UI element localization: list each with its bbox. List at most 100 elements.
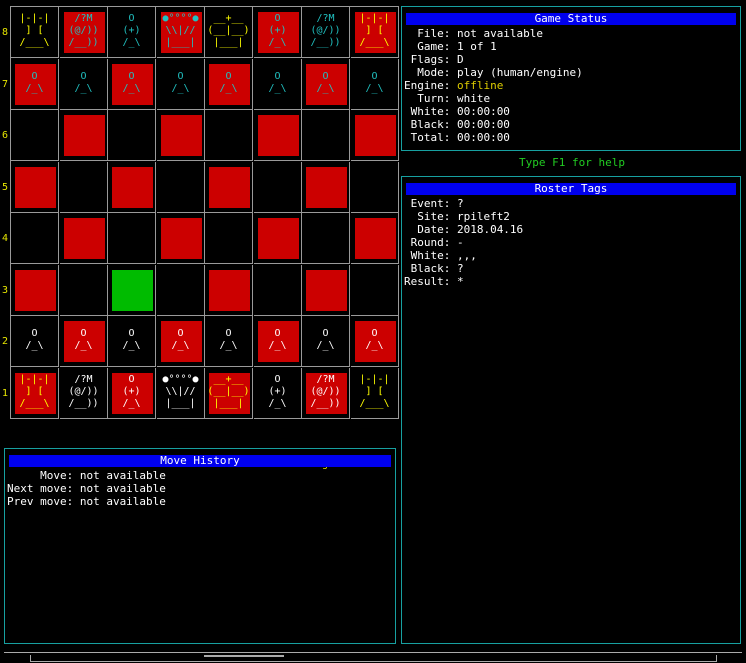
square-e4[interactable] (205, 213, 253, 264)
square-c1[interactable]: O (+) /_\ (108, 368, 156, 419)
square-f2[interactable]: O /_\ (254, 316, 302, 367)
square-a2[interactable]: O /_\ (11, 316, 59, 367)
piece[interactable]: |-|-| ] [ /___\ (351, 374, 398, 410)
piece[interactable]: O (+) /_\ (108, 374, 155, 410)
piece[interactable]: O /_\ (157, 328, 204, 352)
square-f3[interactable] (254, 265, 302, 316)
square-b4[interactable] (60, 213, 108, 264)
piece[interactable]: O /_\ (108, 71, 155, 95)
piece[interactable]: __+__ (__|__) |___| (205, 13, 252, 49)
square-d3[interactable] (157, 265, 205, 316)
square-b5[interactable] (60, 162, 108, 213)
square-e5[interactable] (205, 162, 253, 213)
square-h7[interactable]: O /_\ (351, 59, 399, 110)
square-b7[interactable]: O /_\ (60, 59, 108, 110)
piece[interactable]: O /_\ (205, 328, 252, 352)
square-b6[interactable] (60, 110, 108, 161)
square-a8[interactable]: |-|-| ] [ /___\ (11, 7, 59, 58)
chess-board[interactable]: |-|-| ] [ /___\/?M (@/)) /__)) O (+) /_\ ●… (10, 6, 399, 419)
square-f1[interactable]: O (+) /_\ (254, 368, 302, 419)
square-g5[interactable] (302, 162, 350, 213)
square-g1[interactable]: /?M (@/)) /__)) (302, 368, 350, 419)
square-h4[interactable] (351, 213, 399, 264)
square-a4[interactable] (11, 213, 59, 264)
square-c5[interactable] (108, 162, 156, 213)
square-d1[interactable]: ●°°°°● \\|// |___| (157, 368, 205, 419)
square-c8[interactable]: O (+) /_\ (108, 7, 156, 58)
square-h1[interactable]: |-|-| ] [ /___\ (351, 368, 399, 419)
square-g3[interactable] (302, 265, 350, 316)
piece[interactable]: O (+) /_\ (254, 374, 301, 410)
square-e6[interactable] (205, 110, 253, 161)
square-c4[interactable] (108, 213, 156, 264)
square-e1[interactable]: __+__ (__|__) |___| (205, 368, 253, 419)
square-fill (306, 270, 347, 311)
square-f5[interactable] (254, 162, 302, 213)
piece[interactable]: O /_\ (351, 71, 398, 95)
square-b3[interactable] (60, 265, 108, 316)
square-e2[interactable]: O /_\ (205, 316, 253, 367)
square-g2[interactable]: O /_\ (302, 316, 350, 367)
square-h6[interactable] (351, 110, 399, 161)
piece[interactable]: O /_\ (254, 328, 301, 352)
piece[interactable]: O /_\ (205, 71, 252, 95)
square-d8[interactable]: ●°°°°● \\|// |___| (157, 7, 205, 58)
square-h2[interactable]: O /_\ (351, 316, 399, 367)
piece[interactable]: |-|-| ] [ /___\ (11, 13, 58, 49)
piece[interactable]: /?M (@/)) /__)) (302, 13, 349, 49)
piece[interactable]: O /_\ (302, 328, 349, 352)
piece[interactable]: O /_\ (60, 71, 107, 95)
piece[interactable]: |-|-| ] [ /___\ (11, 374, 58, 410)
scrollbar-thumb[interactable] (30, 655, 717, 662)
piece[interactable]: O /_\ (351, 328, 398, 352)
square-h5[interactable] (351, 162, 399, 213)
square-h3[interactable] (351, 265, 399, 316)
square-a6[interactable] (11, 110, 59, 161)
square-e7[interactable]: O /_\ (205, 59, 253, 110)
piece[interactable]: O /_\ (60, 328, 107, 352)
square-h8[interactable]: |-|-| ] [ /___\ (351, 7, 399, 58)
piece[interactable]: ●°°°°● \\|// |___| (157, 374, 204, 410)
piece[interactable]: __+__ (__|__) |___| (205, 374, 252, 410)
piece[interactable]: O /_\ (254, 71, 301, 95)
square-d4[interactable] (157, 213, 205, 264)
piece[interactable]: |-|-| ] [ /___\ (351, 13, 398, 49)
square-d2[interactable]: O /_\ (157, 316, 205, 367)
piece[interactable]: ●°°°°● \\|// |___| (157, 13, 204, 49)
piece[interactable]: O /_\ (302, 71, 349, 95)
piece[interactable]: O /_\ (11, 71, 58, 95)
square-a1[interactable]: |-|-| ] [ /___\ (11, 368, 59, 419)
square-e3[interactable] (205, 265, 253, 316)
square-c2[interactable]: O /_\ (108, 316, 156, 367)
square-c6[interactable] (108, 110, 156, 161)
square-f4[interactable] (254, 213, 302, 264)
horizontal-scrollbar[interactable] (4, 652, 742, 663)
square-b2[interactable]: O /_\ (60, 316, 108, 367)
piece[interactable]: /?M (@/)) /__)) (302, 374, 349, 410)
piece[interactable]: O /_\ (108, 328, 155, 352)
piece[interactable]: O /_\ (11, 328, 58, 352)
piece[interactable]: O /_\ (157, 71, 204, 95)
square-c7[interactable]: O /_\ (108, 59, 156, 110)
square-d5[interactable] (157, 162, 205, 213)
square-e8[interactable]: __+__ (__|__) |___| (205, 7, 253, 58)
square-b1[interactable]: /?M (@/)) /__)) (60, 368, 108, 419)
piece[interactable]: O (+) /_\ (108, 13, 155, 49)
piece[interactable]: /?M (@/)) /__)) (60, 374, 107, 410)
square-d6[interactable] (157, 110, 205, 161)
square-a5[interactable] (11, 162, 59, 213)
piece[interactable]: O (+) /_\ (254, 13, 301, 49)
square-c3[interactable] (108, 265, 156, 316)
square-d7[interactable]: O /_\ (157, 59, 205, 110)
square-a3[interactable] (11, 265, 59, 316)
square-f6[interactable] (254, 110, 302, 161)
square-g6[interactable] (302, 110, 350, 161)
square-f7[interactable]: O /_\ (254, 59, 302, 110)
square-a7[interactable]: O /_\ (11, 59, 59, 110)
square-b8[interactable]: /?M (@/)) /__)) (60, 7, 108, 58)
piece[interactable]: /?M (@/)) /__)) (60, 13, 107, 49)
square-g7[interactable]: O /_\ (302, 59, 350, 110)
square-g4[interactable] (302, 213, 350, 264)
square-f8[interactable]: O (+) /_\ (254, 7, 302, 58)
square-g8[interactable]: /?M (@/)) /__)) (302, 7, 350, 58)
